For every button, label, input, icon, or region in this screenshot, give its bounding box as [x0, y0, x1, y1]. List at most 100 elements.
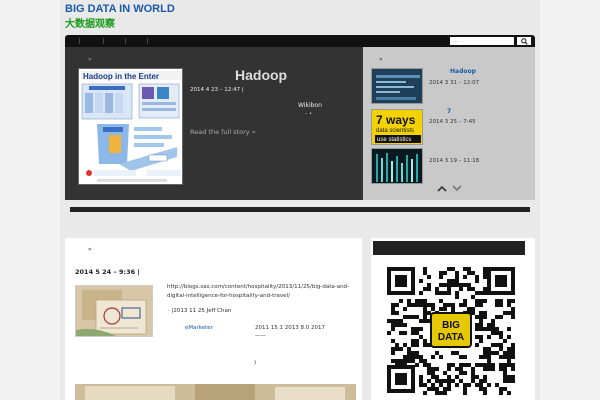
- slide-thumbnail[interactable]: [371, 148, 423, 184]
- qr-module: [419, 359, 423, 363]
- qr-module: [507, 299, 511, 303]
- qr-module: [447, 303, 451, 307]
- read-more-link[interactable]: Read the full story »: [190, 128, 256, 136]
- qr-module: [463, 371, 467, 375]
- qr-module: [459, 371, 463, 375]
- qr-module: [387, 319, 391, 323]
- slide-title[interactable]: 7: [447, 108, 451, 115]
- qr-module: [483, 287, 487, 291]
- right-margin: [540, 0, 600, 400]
- recent-posts-slider: » Hadoop 2014 3 31 – 12:07 7 ways data s…: [363, 47, 535, 200]
- qr-module: [511, 375, 515, 379]
- slide-thumbnail[interactable]: [371, 68, 423, 104]
- qr-module: [471, 307, 475, 311]
- qr-module: [391, 307, 395, 311]
- qr-module: [499, 303, 503, 307]
- qr-module: [503, 375, 507, 379]
- post-source-url[interactable]: http://blogs.sas.com/content/hospitality…: [167, 283, 357, 301]
- slide-title[interactable]: Hadoop: [450, 68, 476, 75]
- qr-module: [439, 299, 443, 303]
- qr-module: [479, 315, 483, 319]
- qr-module: [451, 303, 455, 307]
- qr-module: [499, 331, 503, 335]
- qr-module: [479, 299, 483, 303]
- qr-module: [423, 343, 427, 347]
- qr-module: [467, 267, 471, 271]
- qr-module: [499, 343, 503, 347]
- qr-module: [495, 315, 499, 319]
- qr-module: [435, 387, 439, 391]
- qr-module: [511, 355, 515, 359]
- qr-module: [431, 307, 435, 311]
- breadcrumb[interactable]: »: [88, 56, 92, 63]
- post-image[interactable]: [75, 285, 153, 337]
- site-wrapper: BIG DATA IN WORLD 大数据观察 » Hadoop in: [60, 0, 540, 400]
- qr-module: [427, 379, 431, 383]
- qr-module: [471, 367, 475, 371]
- main-content: » 2014 5 24 – 9:36 | http://blogs.sas.co…: [65, 238, 362, 400]
- qr-module: [499, 335, 503, 339]
- qr-module: [507, 375, 511, 379]
- qr-module: [451, 267, 455, 271]
- qr-module: [447, 367, 451, 371]
- qr-module: [475, 363, 479, 367]
- qr-module: [423, 391, 427, 395]
- qr-module: [423, 287, 427, 291]
- site-subtitle: 大数据观察: [65, 19, 115, 30]
- qr-module: [431, 355, 435, 359]
- qr-code[interactable]: BIG DATA: [385, 265, 517, 395]
- qr-module: [495, 331, 499, 335]
- qr-module: [411, 303, 415, 307]
- qr-module: [447, 387, 451, 391]
- qr-module: [475, 315, 479, 319]
- qr-module: [443, 283, 447, 287]
- qr-module: [499, 387, 503, 391]
- qr-module: [443, 391, 447, 395]
- featured-title[interactable]: Hadoop: [235, 67, 287, 83]
- qr-module: [439, 291, 443, 295]
- qr-module: [475, 275, 479, 279]
- slide-thumbnail[interactable]: 7 ways data scientists use statistics: [371, 109, 423, 145]
- qr-module: [407, 359, 411, 363]
- widget-title-bar: [373, 241, 525, 255]
- search-button[interactable]: [517, 37, 531, 45]
- breadcrumb[interactable]: »: [88, 246, 92, 253]
- qr-module: [407, 347, 411, 351]
- qr-module: [411, 315, 415, 319]
- qr-module: [443, 303, 447, 307]
- qr-module: [507, 327, 511, 331]
- search-icon: [520, 37, 528, 45]
- qr-module: [403, 355, 407, 359]
- qr-module: [499, 315, 503, 319]
- thumb-heading: 7 ways: [376, 113, 416, 127]
- qr-module: [391, 351, 395, 355]
- qr-module: [483, 351, 487, 355]
- search-input[interactable]: [450, 37, 514, 45]
- slider-up-arrow[interactable]: [437, 185, 447, 195]
- qr-module: [483, 275, 487, 279]
- qr-module: [427, 287, 431, 291]
- featured-image[interactable]: Hadoop in the Enter: [78, 68, 183, 185]
- qr-module: [443, 371, 447, 375]
- qr-module: [471, 287, 475, 291]
- qr-module: [399, 299, 403, 303]
- emarketer-link[interactable]: eMarketer: [185, 325, 213, 331]
- qr-module: [447, 291, 451, 295]
- post-date: 2014 5 24 – 9:36 |: [75, 268, 140, 276]
- qr-module: [475, 323, 479, 327]
- site-title[interactable]: BIG DATA IN WORLD: [65, 3, 175, 15]
- post-image-large[interactable]: [75, 384, 356, 400]
- qr-module: [483, 375, 487, 379]
- qr-module: [475, 279, 479, 283]
- qr-module: [475, 375, 479, 379]
- qr-module: [479, 379, 483, 383]
- qr-module: [507, 351, 511, 355]
- qr-module: [463, 387, 467, 391]
- slider-down-arrow[interactable]: [452, 185, 462, 195]
- qr-module: [415, 303, 419, 307]
- hadoop-diagram: Hadoop in the Enter: [79, 69, 182, 184]
- qr-module: [391, 311, 395, 315]
- qr-module: [447, 267, 451, 271]
- qr-module: [475, 303, 479, 307]
- breadcrumb[interactable]: »: [379, 56, 383, 63]
